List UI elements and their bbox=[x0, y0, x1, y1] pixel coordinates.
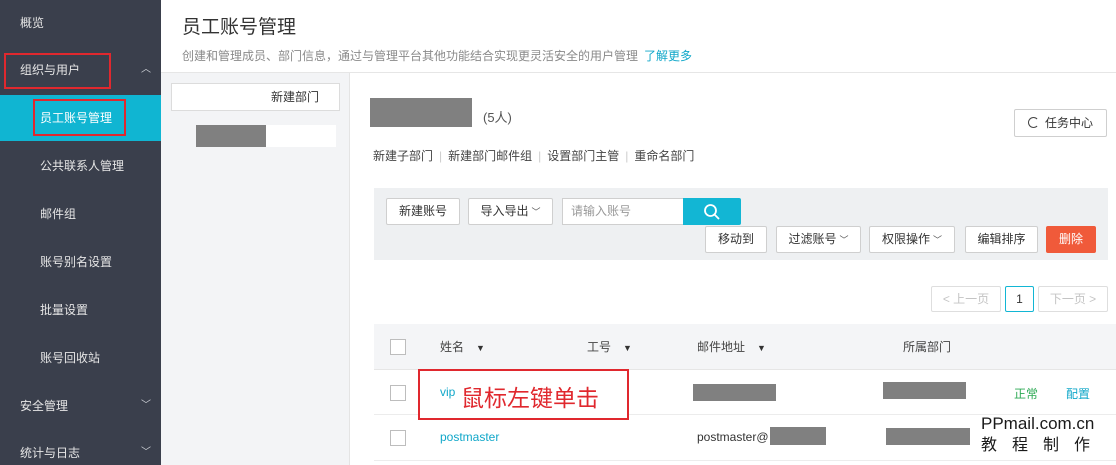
redacted-email bbox=[770, 427, 826, 445]
learn-more-link[interactable]: 了解更多 bbox=[644, 49, 692, 63]
search-icon bbox=[704, 204, 720, 220]
column-header-label: 姓名 bbox=[440, 340, 465, 354]
member-count: (5人) bbox=[483, 110, 512, 125]
search-button[interactable] bbox=[683, 198, 741, 225]
description-text: 创建和管理成员、部门信息，通过与管理平台其他功能结合实现更灵活安全的用户管理 bbox=[182, 49, 639, 63]
caret-down-icon: ﹀ bbox=[531, 207, 541, 217]
column-header-name[interactable]: 姓名 ▼ bbox=[440, 324, 485, 371]
sidebar-item-label: 账号别名设置 bbox=[40, 255, 113, 269]
status-badge: 正常 bbox=[1014, 387, 1039, 401]
redacted-department-name bbox=[196, 125, 266, 147]
select-all-checkbox[interactable] bbox=[390, 339, 406, 355]
move-to-button[interactable]: 移动到 bbox=[705, 226, 767, 253]
sidebar-item-label: 组织与用户 bbox=[20, 63, 81, 77]
department-panel: 新建部门 bbox=[161, 73, 350, 465]
sidebar-item-label: 邮件组 bbox=[40, 207, 77, 221]
chevron-up-icon: ︿ bbox=[141, 64, 151, 75]
sidebar-item-label: 公共联系人管理 bbox=[40, 159, 125, 173]
filter-accounts-dropdown[interactable]: 过滤账号 ﹀ bbox=[776, 226, 861, 253]
sort-down-icon: ▼ bbox=[476, 343, 485, 353]
user-name-link[interactable]: postmaster bbox=[440, 430, 499, 444]
rename-dept-link[interactable]: 重命名部门 bbox=[634, 149, 694, 163]
sidebar-item-mail-groups[interactable]: 邮件组 bbox=[0, 191, 161, 237]
permission-ops-dropdown[interactable]: 权限操作 ﹀ bbox=[869, 226, 955, 253]
set-dept-manager-link[interactable]: 设置部门主管 bbox=[547, 149, 619, 163]
column-header-employee-id[interactable]: 工号 ▼ bbox=[587, 324, 632, 371]
chevron-down-icon: ﹀ bbox=[141, 447, 151, 458]
sidebar-item-label: 批量设置 bbox=[40, 303, 89, 317]
sidebar-item-security[interactable]: 安全管理 ﹀ bbox=[0, 383, 161, 429]
separator: | bbox=[625, 149, 629, 163]
separator: | bbox=[439, 149, 443, 163]
separator: | bbox=[538, 149, 542, 163]
column-header-label: 邮件地址 bbox=[697, 340, 746, 354]
new-subdepartment-link[interactable]: 新建子部门 bbox=[373, 149, 433, 163]
table-header: 姓名 ▼ 工号 ▼ 邮件地址 ▼ 所属部门 bbox=[374, 324, 1116, 370]
prev-page-button[interactable]: < 上一页 bbox=[931, 286, 1001, 312]
annotation-text: 鼠标左键单击 bbox=[461, 386, 599, 412]
row-checkbox[interactable] bbox=[390, 430, 406, 446]
task-center-label: 任务中心 bbox=[1044, 116, 1093, 130]
column-header-label: 工号 bbox=[587, 340, 612, 354]
sidebar-item-overview[interactable]: 概览 bbox=[0, 0, 161, 46]
next-page-button[interactable]: 下一页 > bbox=[1038, 286, 1108, 312]
task-center-button[interactable]: 任务中心 bbox=[1014, 109, 1107, 137]
watermark-caption: 教程制作 bbox=[981, 437, 1106, 454]
caret-down-icon: ﹀ bbox=[933, 235, 943, 245]
redacted-email bbox=[693, 384, 776, 401]
account-search-input[interactable]: 请输入账号 bbox=[562, 198, 684, 225]
sidebar-item-public-contacts[interactable]: 公共联系人管理 bbox=[0, 143, 161, 189]
sidebar-item-label: 概览 bbox=[20, 16, 45, 30]
new-dept-mail-group-link[interactable]: 新建部门邮件组 bbox=[448, 149, 532, 163]
department-actions: 新建子部门 | 新建部门邮件组 | 设置部门主管 | 重命名部门 bbox=[373, 147, 694, 164]
sidebar-item-org-users[interactable]: 组织与用户 ︿ bbox=[0, 47, 161, 93]
caret-down-icon: ﹀ bbox=[839, 235, 849, 245]
sidebar-item-label: 安全管理 bbox=[20, 399, 69, 413]
redacted-department-title bbox=[370, 98, 472, 127]
email-text: postmaster@ bbox=[697, 430, 769, 444]
page-number-current[interactable]: 1 bbox=[1005, 286, 1034, 312]
sidebar: 概览 组织与用户 ︿ 员工账号管理 公共联系人管理 邮件组 账号别名设置 批量设置… bbox=[0, 0, 161, 465]
edit-sort-button[interactable]: 编辑排序 bbox=[965, 226, 1038, 253]
import-export-dropdown[interactable]: 导入导出 ﹀ bbox=[468, 198, 553, 225]
new-account-button[interactable]: 新建账号 bbox=[386, 198, 460, 225]
sidebar-item-stats-logs[interactable]: 统计与日志 ﹀ bbox=[0, 430, 161, 465]
sort-down-icon: ▼ bbox=[623, 343, 632, 353]
chevron-down-icon: ﹀ bbox=[141, 400, 151, 411]
sidebar-item-label: 员工账号管理 bbox=[40, 111, 113, 125]
filter-accounts-label: 过滤账号 bbox=[788, 232, 837, 246]
sidebar-item-label: 账号回收站 bbox=[40, 351, 101, 365]
account-toolbar: 新建账号 导入导出 ﹀ 请输入账号 移动到 过滤账号 ﹀ 权限操作 ﹀ 编辑排序 删除 bbox=[374, 188, 1108, 260]
refresh-icon bbox=[1027, 117, 1039, 128]
page-title: 员工账号管理 bbox=[182, 17, 297, 38]
new-department-button[interactable]: 新建部门 bbox=[171, 83, 340, 111]
sidebar-item-label: 统计与日志 bbox=[20, 446, 81, 460]
configure-link[interactable]: 配置 bbox=[1066, 385, 1090, 402]
permission-ops-label: 权限操作 bbox=[881, 232, 930, 246]
redacted-department bbox=[886, 428, 970, 445]
sidebar-item-employee-accounts[interactable]: 员工账号管理 bbox=[0, 95, 161, 141]
sort-down-icon: ▼ bbox=[757, 343, 766, 353]
delete-button[interactable]: 删除 bbox=[1046, 226, 1096, 253]
sidebar-item-account-recycle[interactable]: 账号回收站 bbox=[0, 335, 161, 381]
user-name-link[interactable]: vip bbox=[440, 385, 455, 399]
column-header-department: 所属部门 bbox=[903, 340, 952, 354]
column-header-email[interactable]: 邮件地址 ▼ bbox=[697, 324, 766, 371]
department-tree-item[interactable] bbox=[196, 125, 336, 147]
sidebar-item-account-alias[interactable]: 账号别名设置 bbox=[0, 239, 161, 285]
import-export-label: 导入导出 bbox=[480, 204, 529, 218]
page-description: 创建和管理成员、部门信息，通过与管理平台其他功能结合实现更灵活安全的用户管理 了解… bbox=[182, 47, 692, 64]
redacted-department bbox=[883, 382, 966, 399]
row-checkbox[interactable] bbox=[390, 385, 406, 401]
sidebar-item-batch-settings[interactable]: 批量设置 bbox=[0, 287, 161, 333]
